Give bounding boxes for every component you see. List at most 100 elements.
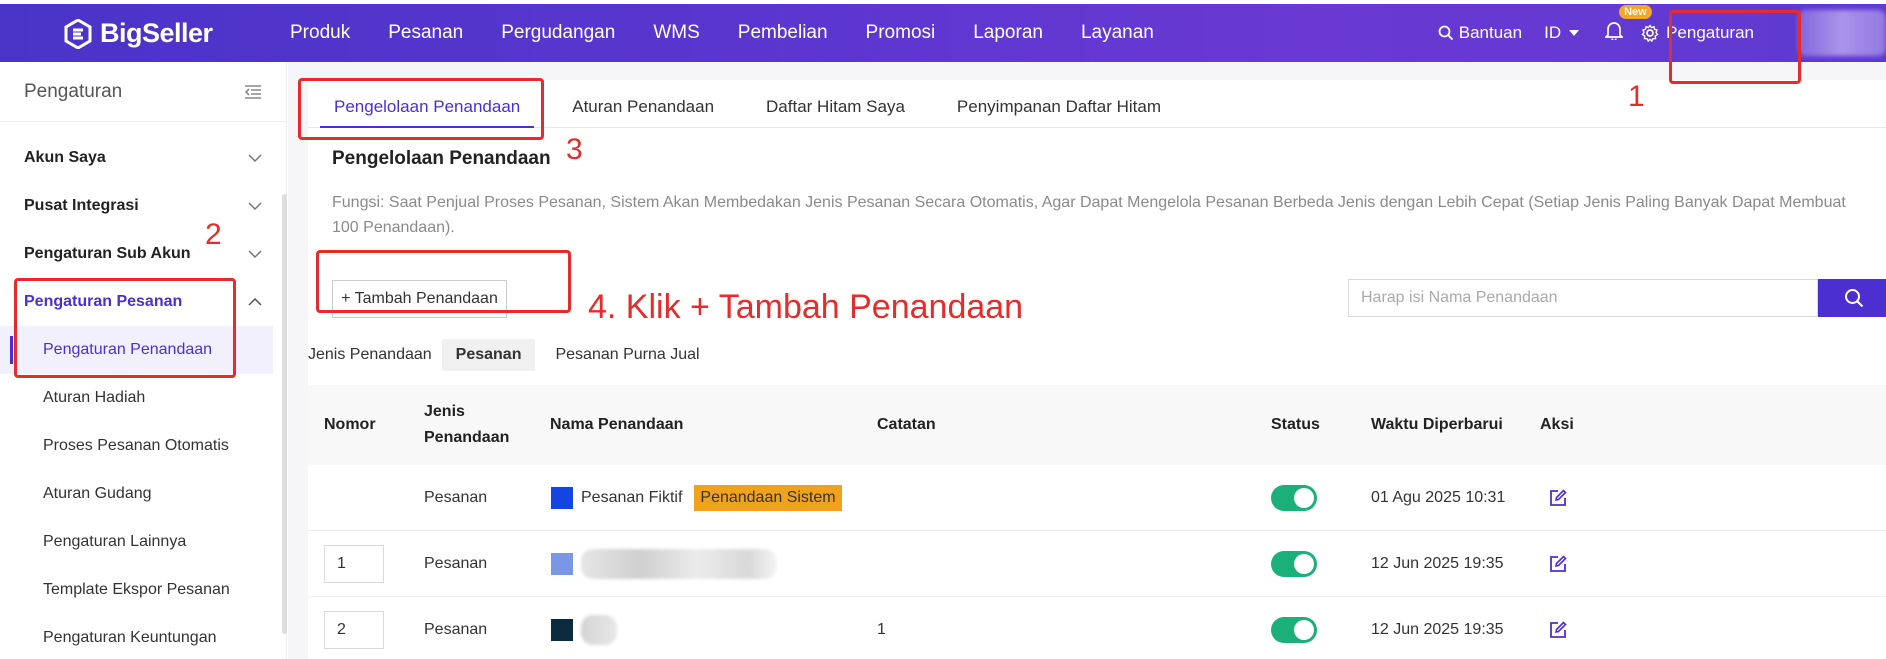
sidebar-scrollbar[interactable]: [282, 194, 287, 634]
cell-catatan: 1: [877, 621, 886, 638]
system-tag-badge: Penandaan Sistem: [694, 485, 842, 511]
cell-nomor: 2: [324, 597, 384, 659]
search-icon: [1438, 25, 1453, 41]
chevron-up-icon: [248, 298, 262, 306]
sidebar-header: Pengaturan: [0, 62, 286, 122]
language-select[interactable]: ID: [1544, 23, 1580, 43]
cell-waktu: 12 Jun 2025 19:35: [1371, 555, 1504, 572]
search-icon: [1845, 289, 1864, 308]
main-nav: Produk Pesanan Pergudangan WMS Pembelian…: [290, 4, 1173, 62]
language-label: ID: [1544, 23, 1562, 42]
filter-chip-pesanan[interactable]: Pesanan: [441, 339, 536, 371]
edit-icon[interactable]: [1548, 620, 1568, 640]
table-row: Pesanan Pesanan Fiktif Penandaan Sistem …: [308, 465, 1886, 531]
nav-item-produk[interactable]: Produk: [290, 22, 369, 44]
sort-number-input[interactable]: 1: [324, 545, 384, 583]
bigseller-logo-icon: [64, 18, 92, 49]
edit-icon[interactable]: [1548, 554, 1568, 574]
cell-nama: Pesanan Fiktif Penandaan Sistem: [551, 465, 842, 531]
search-bar: [1348, 279, 1886, 317]
sidebar-group-sub-akun[interactable]: Pengaturan Sub Akun: [0, 230, 286, 278]
tag-type-filter: Jenis Penandaan Pesanan Pesanan Purna Ju…: [308, 338, 714, 372]
search-input[interactable]: [1348, 279, 1818, 317]
filter-label: Jenis Penandaan: [308, 346, 432, 363]
status-toggle[interactable]: [1271, 485, 1317, 511]
nav-item-layanan[interactable]: Layanan: [1062, 22, 1173, 44]
sidebar-group-akun-saya[interactable]: Akun Saya: [0, 134, 286, 182]
sidebar-item-pengaturan-lainnya[interactable]: Pengaturan Lainnya: [0, 518, 286, 566]
tab-bar: Pengelolaan Penandaan Aturan Penandaan D…: [308, 80, 1886, 128]
main-area: Pengelolaan Penandaan Aturan Penandaan D…: [288, 62, 1886, 659]
tab-aturan-penandaan[interactable]: Aturan Penandaan: [546, 97, 740, 127]
caret-down-icon: [1569, 30, 1580, 36]
top-navigation-bar: BigSeller Produk Pesanan Pergudangan WMS…: [0, 4, 1886, 62]
annotation-step-4: 4. Klik + Tambah Penandaan: [588, 288, 1024, 326]
tag-color-swatch: [551, 487, 573, 509]
table-header: Nomor Jenis Penandaan Nama Penandaan Cat…: [308, 385, 1886, 465]
content-panel: Pengelolaan Penandaan Fungsi: Saat Penju…: [308, 128, 1886, 659]
cell-waktu: 12 Jun 2025 19:35: [1371, 621, 1504, 638]
header-aksi: Aksi: [1540, 416, 1574, 433]
nav-item-pergudangan[interactable]: Pergudangan: [482, 22, 634, 44]
gear-icon: [1641, 24, 1659, 42]
cell-jenis: Pesanan: [424, 555, 488, 572]
new-badge: New: [1619, 5, 1652, 19]
header-jenis: Jenis Penandaan: [424, 403, 510, 446]
chevron-down-icon: [248, 154, 262, 162]
sidebar-group-label: Pengaturan Sub Akun: [24, 245, 191, 262]
filter-chip-purna-jual[interactable]: Pesanan Purna Jual: [541, 339, 713, 371]
sidebar-item-pengaturan-keuntungan[interactable]: Pengaturan Keuntungan: [0, 614, 286, 659]
nav-item-pesanan[interactable]: Pesanan: [369, 22, 482, 44]
edit-icon[interactable]: [1548, 488, 1568, 508]
sidebar-group-pusat-integrasi[interactable]: Pusat Integrasi: [0, 182, 286, 230]
tag-name: Pesanan Fiktif: [581, 489, 683, 506]
header-nama: Nama Penandaan: [550, 416, 684, 433]
account-menu[interactable]: [1798, 10, 1886, 56]
nav-item-laporan[interactable]: Laporan: [954, 22, 1062, 44]
header-waktu: Waktu Diperbarui: [1371, 416, 1503, 433]
page-title: Pengelolaan Penandaan: [332, 148, 551, 169]
status-toggle[interactable]: [1271, 617, 1317, 643]
nav-item-wms[interactable]: WMS: [634, 22, 718, 44]
sidebar-item-proses-pesanan-otomatis[interactable]: Proses Pesanan Otomatis: [0, 422, 286, 470]
cell-nama: [551, 531, 777, 597]
tab-daftar-hitam-saya[interactable]: Daftar Hitam Saya: [740, 97, 931, 127]
notification-button[interactable]: New: [1604, 5, 1652, 45]
page-description: Fungsi: Saat Penjual Proses Pesanan, Sis…: [332, 194, 1846, 236]
sidebar-group-label: Akun Saya: [24, 149, 106, 166]
help-label: Bantuan: [1458, 23, 1523, 42]
chevron-down-icon: [248, 250, 262, 258]
help-link[interactable]: Bantuan: [1438, 23, 1522, 43]
sidebar-group-label: Pusat Integrasi: [24, 197, 139, 214]
tag-color-swatch: [551, 619, 573, 641]
status-toggle[interactable]: [1271, 551, 1317, 577]
cell-jenis: Pesanan: [424, 489, 488, 506]
cell-status: [1271, 597, 1317, 659]
collapse-sidebar-icon[interactable]: [244, 84, 262, 100]
search-button[interactable]: [1818, 279, 1886, 317]
sort-number-input[interactable]: 2: [324, 611, 384, 649]
sidebar-item-aturan-gudang[interactable]: Aturan Gudang: [0, 470, 286, 518]
annotation-box-tab: [298, 78, 544, 140]
redacted-tag-name: [581, 549, 777, 579]
nav-item-promosi[interactable]: Promosi: [847, 22, 955, 44]
annotation-step-2: 2: [205, 218, 222, 251]
cell-status: [1271, 465, 1317, 531]
cell-aksi: [1548, 531, 1568, 597]
annotation-box-settings: [1669, 10, 1801, 84]
cell-waktu: 01 Agu 2025 10:31: [1371, 489, 1506, 506]
sidebar-item-template-ekspor[interactable]: Template Ekspor Pesanan: [0, 566, 286, 614]
tab-penyimpanan-daftar-hitam[interactable]: Penyimpanan Daftar Hitam: [931, 97, 1187, 127]
brand-name: BigSeller: [100, 18, 213, 48]
nav-item-pembelian[interactable]: Pembelian: [719, 22, 847, 44]
table-row: 1 Pesanan 12 Jun 2025 19:35: [308, 531, 1886, 597]
redacted-tag-name: [581, 615, 617, 645]
sidebar-item-aturan-hadiah[interactable]: Aturan Hadiah: [0, 374, 286, 422]
header-tools: Bantuan ID New Pengaturan: [1438, 4, 1886, 62]
annotation-step-3: 3: [566, 133, 583, 166]
annotation-box-add-button: [316, 250, 571, 313]
header-nomor: Nomor: [324, 416, 376, 433]
tag-color-swatch: [551, 553, 573, 575]
cell-aksi: [1548, 597, 1568, 659]
brand-logo[interactable]: BigSeller: [64, 18, 213, 49]
